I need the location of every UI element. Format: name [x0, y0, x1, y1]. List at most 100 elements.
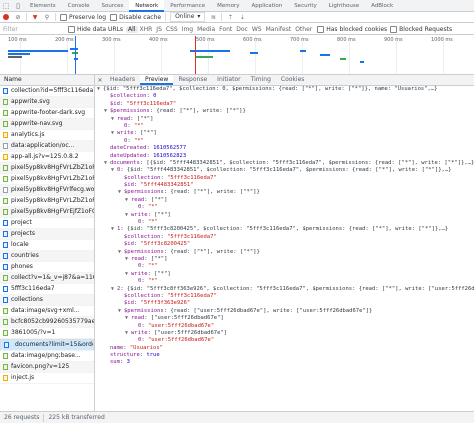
request-row[interactable]: inject.js: [0, 373, 94, 384]
tab-elements[interactable]: Elements: [24, 0, 62, 12]
preview-line[interactable]: ▼ $permissions: {read: ["*"], write: ["*"…: [95, 249, 474, 256]
preview-line[interactable]: ▼ 2: {$id: "5fff3c8ff363e926", $collectio…: [95, 286, 474, 293]
request-row[interactable]: 3861005/?v=1: [0, 328, 94, 339]
tab-network[interactable]: Network: [129, 0, 165, 12]
request-row[interactable]: locale: [0, 240, 94, 251]
filter-type-css[interactable]: CSS: [164, 26, 180, 33]
preserve-log-checkbox[interactable]: Preserve log: [60, 13, 106, 21]
throttling-select[interactable]: Online ▾: [170, 12, 206, 22]
name-column-header[interactable]: Name: [0, 75, 94, 86]
request-row[interactable]: countries: [0, 251, 94, 262]
request-row[interactable]: favicon.png?v=125: [0, 362, 94, 373]
filter-type-doc[interactable]: Doc: [234, 26, 250, 33]
filter-type-all[interactable]: All: [126, 25, 138, 33]
preview-line[interactable]: ▼ $permissions: {read: ["*"], write: ["*"…: [95, 108, 474, 115]
request-row[interactable]: phones: [0, 262, 94, 273]
request-row[interactable]: 5fff3c116eda7: [0, 284, 94, 295]
close-detail-icon[interactable]: ✕: [95, 77, 105, 84]
preview-line[interactable]: ▼ documents: [{$id: "5fff4483342851", $co…: [95, 160, 474, 167]
has-blocked-cookies-checkbox[interactable]: Has blocked cookies: [317, 25, 387, 33]
request-row[interactable]: appwrite-footer-dark.svg: [0, 108, 94, 119]
request-row[interactable]: pixel5yp8kv8HgFVrLZbZ1oFQ...: [0, 174, 94, 185]
request-row[interactable]: pixel5yp8kv8HgFVrlfecg.wolff2: [0, 185, 94, 196]
filter-type-font[interactable]: Font: [217, 26, 234, 33]
preview-line[interactable]: ▼ read: ["*"]: [95, 256, 474, 263]
preview-line[interactable]: ▼ read: ["user:5fff26dbad67e"]: [95, 315, 474, 322]
tab-application[interactable]: Application: [245, 0, 288, 12]
detail-tab-cookies[interactable]: Cookies: [276, 75, 310, 85]
request-row[interactable]: collections: [0, 295, 94, 306]
timeline-request-bar: [300, 50, 306, 52]
preview-line[interactable]: ▼ write: ["user:5fff26dbad67e"]: [95, 330, 474, 337]
preview-line[interactable]: ▼ write: ["*"]: [95, 212, 474, 219]
preview-line: $id: "5fff3f363e926": [95, 300, 474, 307]
preview-line[interactable]: ▼ {$id: "5fff3c116eda7", $collection: 0, …: [95, 86, 474, 93]
preview-line[interactable]: ▼ $permissions: {read: ["*"], write: ["*"…: [95, 189, 474, 196]
tab-adblock[interactable]: AdBlock: [365, 0, 399, 12]
disable-cache-check-icon: [110, 13, 118, 21]
detail-tab-headers[interactable]: Headers: [105, 75, 140, 85]
tab-memory[interactable]: Memory: [211, 0, 245, 12]
tab-performance[interactable]: Performance: [164, 0, 211, 12]
request-row[interactable]: pixel5yp8kv8HgFVrEjfZ1oFQ...: [0, 207, 94, 218]
preview-line: $collection: 0: [95, 93, 474, 100]
tab-console[interactable]: Console: [62, 0, 96, 12]
detail-tab-timing[interactable]: Timing: [246, 75, 276, 85]
filter-type-ws[interactable]: WS: [250, 26, 264, 33]
filter-type-manifest[interactable]: Manifest: [264, 26, 294, 33]
preview-line[interactable]: ▼ write: ["*"]: [95, 271, 474, 278]
network-overview-timeline[interactable]: 100 ms 200 ms 300 ms 400 ms 500 ms 600 ms 700 …: [0, 36, 474, 75]
blocked-requests-checkbox[interactable]: Blocked Requests: [390, 25, 452, 33]
filter-input[interactable]: [3, 25, 65, 33]
request-row[interactable]: data:image/png;base...: [0, 351, 94, 362]
request-row[interactable]: bcfc8052cb99260535779ae0...: [0, 317, 94, 328]
json-text: :: [133, 241, 141, 248]
detail-tab-response[interactable]: Response: [173, 75, 212, 85]
filter-type-js[interactable]: JS: [154, 26, 164, 33]
filter-type-other[interactable]: Other: [293, 26, 314, 33]
preview-line[interactable]: ▼ read: ["*"]: [95, 116, 474, 123]
search-button[interactable]: ⚲: [43, 13, 51, 21]
request-row[interactable]: collection?id=5fff3c116eda7...: [0, 86, 94, 97]
disable-cache-checkbox[interactable]: Disable cache: [110, 13, 161, 21]
inspect-element-icon[interactable]: ⬚: [0, 0, 12, 12]
request-row[interactable]: pixel5yp8kv8HgFVrLZbZ1oFQ...: [0, 196, 94, 207]
device-toolbar-icon[interactable]: ▯: [12, 0, 24, 12]
request-row[interactable]: app-all.js?v=125.0.8.2: [0, 152, 94, 163]
request-row[interactable]: projects: [0, 229, 94, 240]
tab-lighthouse[interactable]: Lighthouse: [323, 0, 365, 12]
record-button[interactable]: [2, 13, 10, 21]
detail-tab-preview[interactable]: Preview: [139, 75, 174, 85]
request-row[interactable]: pixel5yp8kv8HgFVrLZbZ1oFQ...: [0, 163, 94, 174]
filter-toggle-button[interactable]: ▼: [31, 13, 39, 21]
request-row[interactable]: documents?limit=15&orderTy...: [0, 339, 94, 351]
network-conditions-button[interactable]: ≋: [209, 13, 217, 21]
json-text: : {$id: "5fff4483342851", $collection: "…: [120, 167, 452, 174]
detail-tab-initiator[interactable]: Initiator: [212, 75, 245, 85]
json-key: read: [131, 315, 145, 322]
preview-line[interactable]: ▼ 1: {$id: "5fff3c8200425", $collection: …: [95, 226, 474, 233]
tab-sources[interactable]: Sources: [95, 0, 129, 12]
preview-line[interactable]: ▼ $permissions: {read: ["user:5fff26dbad6…: [95, 308, 474, 315]
clear-button[interactable]: ⊘: [14, 13, 22, 21]
preview-line: 0: "user:5fff26dbad67e": [95, 337, 474, 344]
preview-line[interactable]: ▼ write: ["*"]: [95, 130, 474, 137]
request-row[interactable]: appwrite-nav.svg: [0, 119, 94, 130]
import-har-button[interactable]: ⇡: [226, 13, 234, 21]
filter-type-xhr[interactable]: XHR: [138, 26, 155, 33]
preview-line[interactable]: ▼ 0: {$id: "5fff4483342851", $collection:…: [95, 167, 474, 174]
filter-type-media[interactable]: Media: [195, 26, 217, 33]
tab-security[interactable]: Security: [288, 0, 323, 12]
filter-type-img[interactable]: Img: [180, 26, 195, 33]
hide-data-urls-checkbox[interactable]: Hide data URLs: [68, 25, 123, 33]
json-string: "*": [147, 219, 158, 226]
preview-line[interactable]: ▼ read: ["*"]: [95, 197, 474, 204]
request-row[interactable]: appwrite.svg: [0, 97, 94, 108]
request-row[interactable]: data:application/oc...: [0, 141, 94, 152]
request-row[interactable]: project: [0, 218, 94, 229]
export-har-button[interactable]: ⇣: [238, 13, 246, 21]
request-row[interactable]: collect?v=1&_v=j87&a=11611...: [0, 273, 94, 284]
request-row[interactable]: data:image/svg+xml...: [0, 306, 94, 317]
request-name: pixel5yp8kv8HgFVrLZbZ1oFQ...: [11, 164, 94, 171]
request-row[interactable]: analytics.js: [0, 130, 94, 141]
